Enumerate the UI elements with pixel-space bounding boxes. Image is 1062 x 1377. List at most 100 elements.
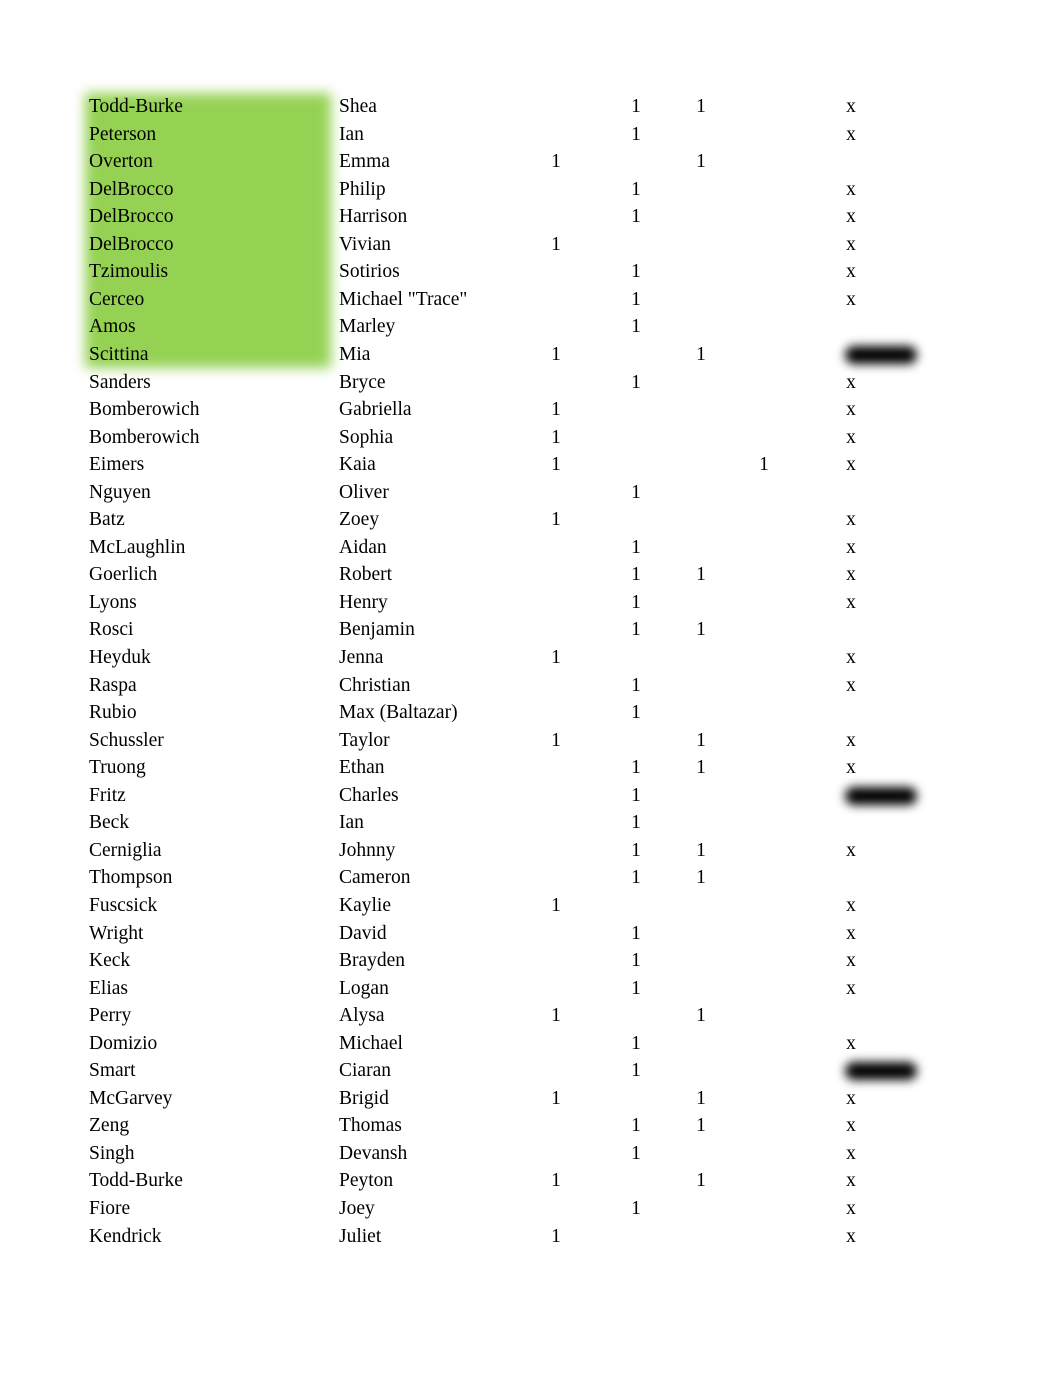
count-cell-2[interactable]: 1 [616,1030,656,1058]
count-cell-2[interactable] [616,1085,656,1113]
count-cell-3[interactable] [681,1030,721,1058]
mark-cell[interactable]: x [831,369,871,397]
table-row[interactable]: McGarvey Brigid 1 1 x [0,1085,1062,1113]
count-cell-2[interactable] [616,424,656,452]
count-cell-2[interactable]: 1 [616,920,656,948]
first-name-cell[interactable]: Brigid [339,1085,539,1113]
last-name-cell[interactable]: Peterson [89,121,329,149]
first-name-cell[interactable]: Robert [339,561,539,589]
count-cell-1[interactable] [536,699,576,727]
mark-cell[interactable]: x [831,396,871,424]
table-row[interactable]: Kendrick Juliet 1 x [0,1223,1062,1251]
count-cell-3[interactable] [681,644,721,672]
mark-cell[interactable]: x [831,892,871,920]
mark-cell[interactable]: x [831,286,871,314]
first-name-cell[interactable]: Jenna [339,644,539,672]
first-name-cell[interactable]: Bryce [339,369,539,397]
count-cell-2[interactable]: 1 [616,672,656,700]
first-name-cell[interactable]: Sophia [339,424,539,452]
first-name-cell[interactable]: Ian [339,809,539,837]
count-cell-4[interactable] [744,782,784,810]
count-cell-1[interactable] [536,947,576,975]
mark-cell[interactable] [831,148,871,176]
count-cell-3[interactable]: 1 [681,727,721,755]
count-cell-3[interactable] [681,947,721,975]
table-row[interactable]: DelBrocco Harrison 1 x [0,203,1062,231]
mark-cell[interactable]: x [831,121,871,149]
last-name-cell[interactable]: Rubio [89,699,329,727]
count-cell-2[interactable]: 1 [616,121,656,149]
count-cell-1[interactable] [536,754,576,782]
mark-cell[interactable]: x [831,644,871,672]
count-cell-2[interactable]: 1 [616,286,656,314]
last-name-cell[interactable]: Domizio [89,1030,329,1058]
count-cell-2[interactable] [616,1167,656,1195]
count-cell-4[interactable] [744,672,784,700]
last-name-cell[interactable]: Cerceo [89,286,329,314]
count-cell-1[interactable] [536,837,576,865]
first-name-cell[interactable]: Logan [339,975,539,1003]
last-name-cell[interactable]: Raspa [89,672,329,700]
table-row[interactable]: Rubio Max (Baltazar) 1 [0,699,1062,727]
table-row[interactable]: Lyons Henry 1 x [0,589,1062,617]
count-cell-4[interactable] [744,1167,784,1195]
mark-cell[interactable]: x [831,506,871,534]
count-cell-2[interactable]: 1 [616,616,656,644]
count-cell-1[interactable] [536,534,576,562]
count-cell-4[interactable] [744,1112,784,1140]
table-row[interactable]: Elias Logan 1 x [0,975,1062,1003]
mark-cell[interactable]: x [831,589,871,617]
table-row[interactable]: Raspa Christian 1 x [0,672,1062,700]
count-cell-4[interactable] [744,396,784,424]
first-name-cell[interactable]: Alysa [339,1002,539,1030]
first-name-cell[interactable]: Michael "Trace" [339,286,539,314]
count-cell-2[interactable]: 1 [616,947,656,975]
table-row[interactable]: Heyduk Jenna 1 x [0,644,1062,672]
count-cell-4[interactable] [744,975,784,1003]
mark-cell[interactable]: x [831,1030,871,1058]
last-name-cell[interactable]: Truong [89,754,329,782]
last-name-cell[interactable]: McLaughlin [89,534,329,562]
count-cell-4[interactable] [744,699,784,727]
count-cell-2[interactable]: 1 [616,699,656,727]
last-name-cell[interactable]: Cerniglia [89,837,329,865]
count-cell-4[interactable] [744,892,784,920]
table-row[interactable]: Peterson Ian 1 x [0,121,1062,149]
table-row[interactable]: Bomberowich Gabriella 1 x [0,396,1062,424]
table-row[interactable]: Cerniglia Johnny 1 1 x [0,837,1062,865]
mark-cell[interactable]: x [831,1223,871,1251]
count-cell-1[interactable] [536,93,576,121]
count-cell-1[interactable] [536,975,576,1003]
count-cell-3[interactable] [681,121,721,149]
count-cell-1[interactable] [536,1030,576,1058]
count-cell-4[interactable] [744,479,784,507]
first-name-cell[interactable]: Ethan [339,754,539,782]
table-row[interactable]: Batz Zoey 1 x [0,506,1062,534]
count-cell-2[interactable]: 1 [616,782,656,810]
first-name-cell[interactable]: Zoey [339,506,539,534]
count-cell-4[interactable] [744,424,784,452]
table-row[interactable]: Todd-Burke Shea 1 1 x [0,93,1062,121]
count-cell-2[interactable] [616,231,656,259]
count-cell-1[interactable]: 1 [536,506,576,534]
count-cell-2[interactable]: 1 [616,313,656,341]
first-name-cell[interactable]: Oliver [339,479,539,507]
count-cell-3[interactable] [681,396,721,424]
count-cell-4[interactable] [744,534,784,562]
count-cell-2[interactable]: 1 [616,809,656,837]
first-name-cell[interactable]: Benjamin [339,616,539,644]
count-cell-4[interactable] [744,1002,784,1030]
count-cell-4[interactable] [744,920,784,948]
count-cell-4[interactable] [744,313,784,341]
first-name-cell[interactable]: Emma [339,148,539,176]
count-cell-4[interactable] [744,148,784,176]
mark-cell[interactable]: x [831,258,871,286]
first-name-cell[interactable]: Harrison [339,203,539,231]
count-cell-3[interactable]: 1 [681,1112,721,1140]
last-name-cell[interactable]: Fritz [89,782,329,810]
table-row[interactable]: Keck Brayden 1 x [0,947,1062,975]
table-row[interactable]: Amos Marley 1 [0,313,1062,341]
table-row[interactable]: DelBrocco Vivian 1 x [0,231,1062,259]
count-cell-4[interactable] [744,754,784,782]
first-name-cell[interactable]: Kaylie [339,892,539,920]
